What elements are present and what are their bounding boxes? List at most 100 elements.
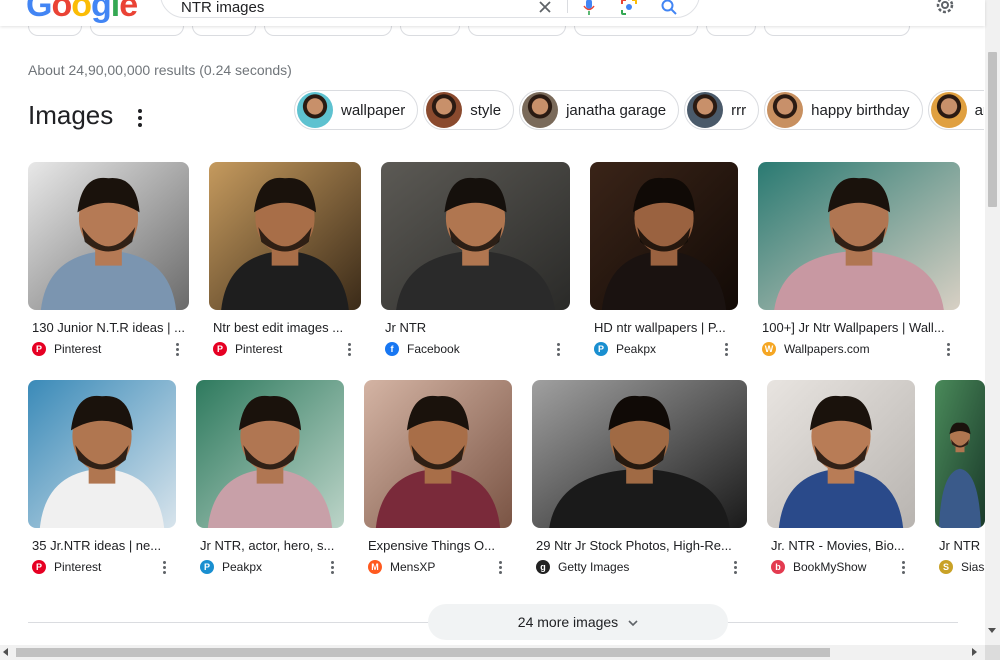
image-source[interactable]: P Peakpx	[594, 342, 656, 356]
image-caption[interactable]: Jr. NTR - Movies, Bio...	[771, 538, 915, 553]
related-chip-thumbnail	[426, 92, 463, 128]
logo-letter: o	[71, 0, 92, 24]
scroll-right-arrow-icon[interactable]	[972, 648, 977, 656]
related-chip-thumbnail	[767, 92, 804, 128]
image-source[interactable]: f Facebook	[385, 342, 460, 356]
more-options-icon[interactable]	[160, 559, 168, 575]
image-thumbnail[interactable]	[28, 162, 189, 310]
related-chip[interactable]: rrr	[684, 90, 760, 130]
pinterest-icon: P	[32, 342, 46, 356]
image-source[interactable]: P Peakpx	[200, 560, 262, 574]
image-source[interactable]: P Pinterest	[32, 560, 101, 574]
settings-gear-icon[interactable]	[934, 0, 956, 16]
related-chip-label: janatha garage	[566, 101, 667, 119]
image-caption[interactable]: 35 Jr.NTR ideas | ne...	[32, 538, 176, 553]
related-chip[interactable]: aravinda sametha	[927, 90, 984, 130]
image-result-card[interactable]: 29 Ntr Jr Stock Photos, High-Re... g Getty…	[532, 380, 747, 580]
image-result-card[interactable]: HD ntr wallpapers | P... P Peakpx	[590, 162, 738, 362]
image-source[interactable]: g Getty Images	[536, 560, 629, 574]
image-result-card[interactable]: Jr. NTR - Movies, Bio... b BookMyShow	[767, 380, 915, 580]
image-caption[interactable]: Jr NTR	[939, 538, 985, 553]
more-options-icon[interactable]	[132, 108, 148, 128]
image-source[interactable]: b BookMyShow	[771, 560, 866, 574]
more-options-icon[interactable]	[345, 341, 353, 357]
image-caption[interactable]: Ntr best edit images ...	[213, 320, 361, 335]
horizontal-scrollbar[interactable]	[0, 645, 985, 660]
image-result-card[interactable]: 35 Jr.NTR ideas | ne... P Pinterest	[28, 380, 176, 580]
image-thumbnail[interactable]	[767, 380, 915, 528]
search-icon[interactable]	[661, 0, 677, 15]
image-result-card[interactable]: Jr NTR S Siasat	[935, 380, 994, 580]
image-result-card[interactable]: Ntr best edit images ... P Pinterest	[209, 162, 361, 362]
related-search-chips: wallpaper style janatha garage rrr happy bir…	[294, 90, 984, 130]
siasat-icon: S	[939, 560, 953, 574]
mensxp-icon: M	[368, 560, 382, 574]
more-options-icon[interactable]	[496, 559, 504, 575]
clear-search-icon[interactable]	[537, 0, 553, 15]
image-caption[interactable]: HD ntr wallpapers | P...	[594, 320, 738, 335]
image-source[interactable]: P Pinterest	[32, 342, 101, 356]
image-thumbnail[interactable]	[209, 162, 361, 310]
getty-images-icon: g	[536, 560, 550, 574]
more-options-icon[interactable]	[554, 341, 562, 357]
source-name: Getty Images	[558, 560, 630, 574]
source-name: Pinterest	[54, 560, 102, 574]
image-thumbnail[interactable]	[28, 380, 176, 528]
scroll-left-arrow-icon[interactable]	[3, 648, 8, 656]
search-box[interactable]: NTR images	[160, 0, 700, 18]
image-result-card[interactable]: Jr NTR f Facebook	[381, 162, 570, 362]
image-thumbnail[interactable]	[196, 380, 344, 528]
horizontal-scroll-thumb[interactable]	[16, 648, 830, 657]
related-chip-label: rrr	[731, 101, 747, 119]
image-result-card[interactable]: Jr NTR, actor, hero, s... P Peakpx	[196, 380, 344, 580]
image-thumbnail[interactable]	[381, 162, 570, 310]
more-options-icon[interactable]	[731, 559, 739, 575]
image-thumbnail[interactable]	[590, 162, 738, 310]
image-caption[interactable]: Jr NTR	[385, 320, 570, 335]
search-input[interactable]: NTR images	[181, 0, 264, 16]
more-images-label: 24 more images	[517, 614, 619, 630]
related-chip[interactable]: happy birthday	[764, 90, 923, 130]
image-thumbnail[interactable]	[935, 380, 985, 528]
scroll-down-arrow-icon[interactable]	[988, 628, 996, 633]
source-name: Pinterest	[235, 342, 283, 356]
vertical-scrollbar[interactable]	[985, 0, 1000, 645]
image-result-card[interactable]: 100+] Jr Ntr Wallpapers | Wall... W Wallpa…	[758, 162, 960, 362]
more-options-icon[interactable]	[944, 341, 952, 357]
source-name: Wallpapers.com	[784, 342, 870, 356]
image-caption[interactable]: 130 Junior N.T.R ideas | ...	[32, 320, 189, 335]
image-thumbnail[interactable]	[758, 162, 960, 310]
voice-search-icon[interactable]	[581, 0, 597, 15]
wallpapers-com-icon: W	[762, 342, 776, 356]
image-thumbnail[interactable]	[364, 380, 512, 528]
image-source[interactable]: P Pinterest	[213, 342, 282, 356]
more-options-icon[interactable]	[899, 559, 907, 575]
more-options-icon[interactable]	[173, 341, 181, 357]
image-caption[interactable]: Expensive Things O...	[368, 538, 512, 553]
source-name: Peakpx	[222, 560, 263, 574]
logo-letter: l	[110, 0, 121, 24]
source-name: BookMyShow	[793, 560, 867, 574]
logo-letter: g	[91, 0, 112, 24]
image-caption[interactable]: 100+] Jr Ntr Wallpapers | Wall...	[762, 320, 960, 335]
more-images-button[interactable]: 24 more images	[428, 604, 728, 640]
image-result-card[interactable]: 130 Junior N.T.R ideas | ... P Pinterest	[28, 162, 189, 362]
peakpx-icon: P	[594, 342, 608, 356]
related-chip[interactable]: style	[423, 90, 515, 130]
more-options-icon[interactable]	[328, 559, 336, 575]
lens-search-icon[interactable]	[621, 0, 637, 15]
facebook-icon: f	[385, 342, 399, 356]
image-source[interactable]: W Wallpapers.com	[762, 342, 870, 356]
image-thumbnail[interactable]	[532, 380, 747, 528]
more-options-icon[interactable]	[722, 341, 730, 357]
vertical-scroll-thumb[interactable]	[988, 52, 997, 207]
image-result-card[interactable]: Expensive Things O... M MensXP	[364, 380, 512, 580]
related-chip[interactable]: janatha garage	[519, 90, 680, 130]
image-source[interactable]: M MensXP	[368, 560, 435, 574]
pinterest-icon: P	[213, 342, 227, 356]
search-divider	[567, 0, 568, 13]
image-caption[interactable]: Jr NTR, actor, hero, s...	[200, 538, 344, 553]
related-chip[interactable]: wallpaper	[294, 90, 419, 130]
google-logo[interactable]: Google	[26, 0, 138, 25]
image-caption[interactable]: 29 Ntr Jr Stock Photos, High-Re...	[536, 538, 747, 553]
